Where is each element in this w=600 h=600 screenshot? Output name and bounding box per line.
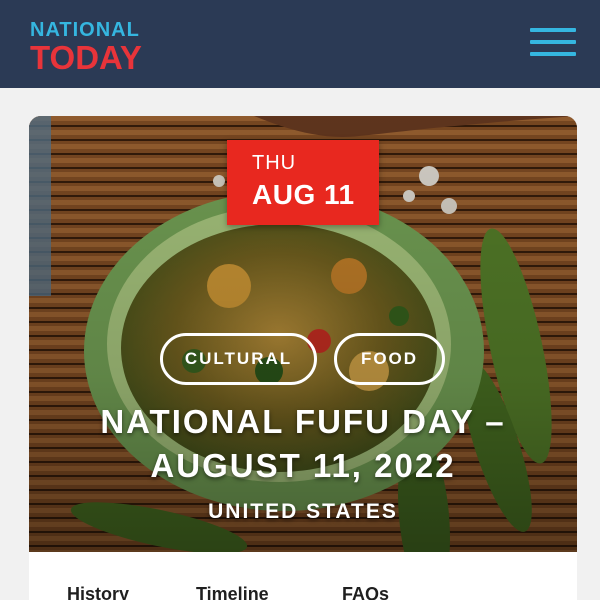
title-line: AUGUST 11, 2022 xyxy=(150,447,456,484)
title-line: NATIONAL FUFU DAY – xyxy=(100,403,506,440)
hero-card: THU AUG 11 CULTURAL FOOD NATIONAL FUFU D… xyxy=(29,116,577,552)
menu-bar xyxy=(530,52,576,56)
tab-faqs[interactable]: FAQs xyxy=(342,584,389,600)
event-country: UNITED STATES xyxy=(208,500,398,523)
event-date-badge: THU AUG 11 xyxy=(227,140,379,225)
site-header: NATIONAL TODAY xyxy=(0,0,600,88)
hamburger-menu-icon[interactable] xyxy=(530,28,576,58)
section-tabs: History Timeline FAQs xyxy=(29,552,577,600)
date-month-day: AUG 11 xyxy=(252,179,355,210)
date-day-of-week: THU xyxy=(252,152,297,174)
national-today-logo[interactable]: NATIONAL TODAY xyxy=(30,20,142,74)
menu-bar xyxy=(530,28,576,32)
page-title: NATIONAL FUFU DAY – AUGUST 11, 2022 xyxy=(29,400,577,488)
logo-text-national: NATIONAL xyxy=(30,19,140,41)
tab-timeline[interactable]: Timeline xyxy=(196,584,269,600)
menu-bar xyxy=(530,40,576,44)
tab-history[interactable]: History xyxy=(67,584,129,600)
logo-text-today: TODAY xyxy=(30,39,142,76)
tag-cultural[interactable]: CULTURAL xyxy=(160,333,317,385)
tag-food[interactable]: FOOD xyxy=(334,333,445,385)
